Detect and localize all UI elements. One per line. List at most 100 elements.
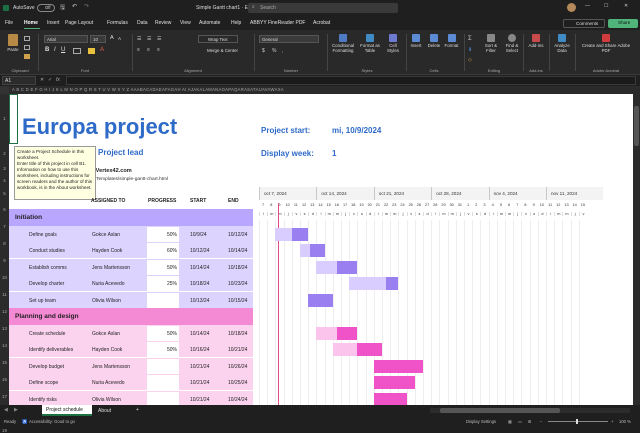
row-number[interactable]: 7 [0,224,9,229]
row-number[interactable]: 15 [0,360,9,365]
search-box[interactable]: ⌕ Search [248,3,398,13]
borders-icon[interactable] [73,48,81,54]
row-number[interactable]: 5 [0,191,9,196]
row-number[interactable]: 11 [0,292,9,297]
worksheet[interactable]: Europa project Project lead y Vertex42.c… [9,94,633,405]
align-center-icon[interactable]: ≡ [147,47,150,53]
task-progress[interactable] [147,358,179,374]
row-number[interactable]: 17 [0,394,9,399]
select-all-corner[interactable] [0,86,9,94]
bold-icon[interactable]: B [45,47,49,53]
menu-formulas[interactable]: Formulas [107,20,128,26]
add-sheet-button[interactable]: + [136,407,139,413]
task-progress[interactable]: 50% [147,342,179,357]
zoom-slider-handle[interactable] [576,419,578,424]
minimize-icon[interactable]: — [585,3,590,9]
tab-scroll-left-icon[interactable]: ◀ [4,407,8,413]
name-box[interactable]: A1 [2,76,36,85]
task-row[interactable]: Define scope Nuria Acevedo 10/21/24 10/25/2… [9,374,253,391]
task-progress[interactable] [147,292,179,308]
menu-help[interactable]: Help [231,20,241,26]
font-name-select[interactable]: Arial [44,35,88,43]
row-number[interactable]: 16 [0,377,9,382]
format-painter-icon[interactable] [24,54,30,59]
row-number[interactable]: 3 [0,166,9,171]
task-progress[interactable]: 60% [147,243,179,258]
insert-cells-button[interactable]: Insert [408,34,424,48]
menu-home[interactable]: Home [24,20,38,26]
underline-icon[interactable]: U [61,47,65,53]
comma-icon[interactable]: , [282,48,283,54]
row-number[interactable]: 19 [0,428,9,433]
maximize-icon[interactable]: ☐ [604,3,608,9]
enter-formula-icon[interactable]: ✓ [48,77,52,83]
task-row[interactable]: Develop budget Jens Martensson 10/21/24 10/… [9,357,253,375]
project-start-value[interactable]: mi, 10/9/2024 [332,126,381,135]
task-progress[interactable]: 50% [147,259,179,275]
close-icon[interactable]: ✕ [624,3,628,9]
copy-icon[interactable] [24,45,30,50]
row-number[interactable]: 8 [0,241,9,246]
row-number[interactable]: 14 [0,343,9,348]
font-size-select[interactable]: 10 [90,35,106,43]
merge-center-button[interactable]: Merge & Center [198,47,248,55]
display-week-value[interactable]: 1 [332,149,336,158]
autosum-icon[interactable]: Σ [468,36,472,42]
row-number[interactable]: 6 [0,207,9,212]
comments-button[interactable]: Comments [563,19,605,28]
format-as-table-button[interactable]: Format as Table [358,34,382,53]
avatar[interactable] [567,3,576,12]
sort-filter-button[interactable]: Sort & Filter [480,34,502,53]
find-select-button[interactable]: Find & Select [503,34,521,53]
format-cells-button[interactable]: Format [443,34,460,48]
menu-review[interactable]: Review [155,20,171,26]
normal-view-icon[interactable]: ▦ [508,419,512,424]
row-number[interactable]: 1 [0,116,9,121]
task-row[interactable]: Define goals Gokce Aslan 50% 10/9/24 10/12/2… [9,225,253,243]
selected-cell[interactable] [9,94,18,144]
row-number[interactable]: 4 [0,178,9,183]
autosave-toggle[interactable]: Off [37,4,55,12]
row-number[interactable]: 9 [0,258,9,263]
menu-automate[interactable]: Automate [199,20,220,26]
page-break-view-icon[interactable]: ⊞ [528,419,532,424]
align-right-icon[interactable]: ≡ [157,47,160,53]
task-progress[interactable] [147,375,179,390]
save-icon[interactable]: 🖫 [60,3,65,13]
wrap-text-button[interactable]: Wrap Text [198,35,238,43]
cell-styles-button[interactable]: Cell Styles [384,34,402,53]
task-progress[interactable]: 50% [147,226,179,242]
currency-icon[interactable]: $ [262,48,265,54]
number-format-select[interactable]: General [259,35,319,43]
menu-acrobat[interactable]: Acrobat [313,20,330,26]
menu-abbyy[interactable]: ABBYY FineReader PDF [250,20,306,26]
scroll-thumb[interactable] [634,106,639,146]
create-share-pdf-button[interactable]: Create and Share Adobe PDF [577,34,635,53]
menu-data[interactable]: Data [137,20,148,26]
percent-icon[interactable]: % [272,48,276,54]
horizontal-scroll-thumb[interactable] [440,408,560,413]
task-progress[interactable] [147,391,179,405]
conditional-formatting-button[interactable]: Conditional Formatting [330,34,356,53]
italic-icon[interactable]: I [54,47,56,53]
row-number[interactable]: 10 [0,275,9,280]
paste-button[interactable]: Paste [4,34,22,52]
vertical-scrollbar[interactable] [633,86,640,405]
row-number[interactable]: 13 [0,326,9,331]
task-row[interactable]: Develop charter Nuria Acevedo 25% 10/18/24 1… [9,275,253,292]
cut-icon[interactable] [24,36,30,41]
align-middle-icon[interactable]: ☰ [147,36,151,42]
shrink-font-icon[interactable]: A [118,36,121,41]
clear-icon[interactable]: ◇ [468,57,472,63]
font-color-icon[interactable]: A [100,47,104,53]
analyze-data-button[interactable]: Analyze Data [551,34,573,53]
task-row[interactable]: Conduct studies Hayden Cook 60% 10/12/24 10/… [9,242,253,259]
task-row[interactable]: Identify risks Olivia Wilson 10/21/24 10/24… [9,390,253,405]
fill-icon[interactable]: ⬇ [468,47,472,53]
cancel-formula-icon[interactable]: ✕ [40,77,44,83]
task-row[interactable]: Create schedule Gokce Aslan 50% 10/14/24 10/… [9,324,253,342]
zoom-level[interactable]: 100 % [619,419,631,424]
grow-font-icon[interactable]: A [110,35,114,41]
zoom-out-icon[interactable]: − [540,419,542,424]
menu-insert[interactable]: Insert [47,20,60,26]
